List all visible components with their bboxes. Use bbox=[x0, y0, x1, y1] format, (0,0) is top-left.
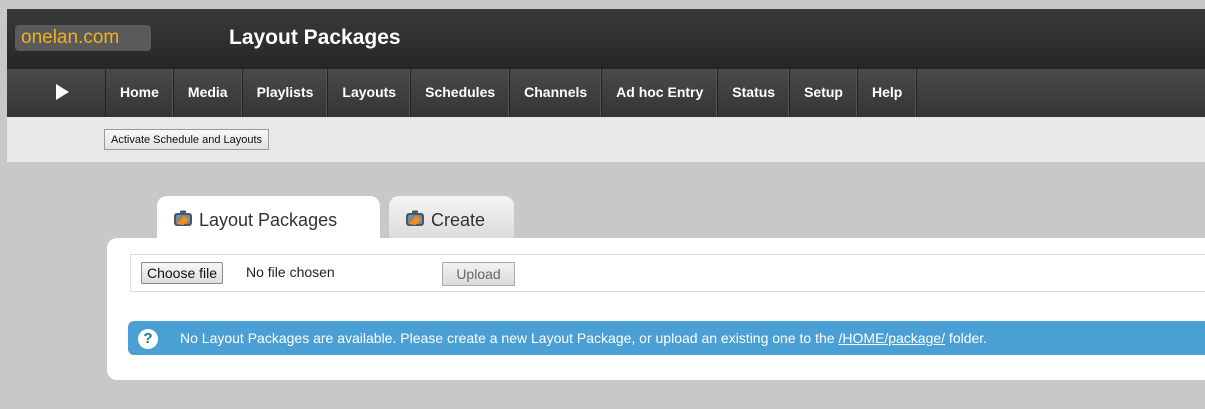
info-text: No Layout Packages are available. Please… bbox=[180, 330, 988, 346]
nav-item-media[interactable]: Media bbox=[174, 69, 243, 117]
upload-form: Choose file No file chosen Upload bbox=[130, 254, 1205, 292]
nav-item-home[interactable]: Home bbox=[106, 69, 174, 117]
nav-item-setup[interactable]: Setup bbox=[790, 69, 858, 117]
tab-label: Layout Packages bbox=[199, 210, 338, 230]
main-nav: Home Media Playlists Layouts Schedules C… bbox=[7, 69, 1205, 117]
info-message: ? No Layout Packages are available. Plea… bbox=[128, 321, 1205, 355]
package-icon bbox=[173, 197, 193, 226]
nav-item-help[interactable]: Help bbox=[858, 69, 918, 117]
nav-item-schedules[interactable]: Schedules bbox=[411, 69, 511, 117]
action-toolbar: Activate Schedule and Layouts bbox=[7, 117, 1205, 163]
nav-items: Home Media Playlists Layouts Schedules C… bbox=[105, 69, 918, 117]
brand-logo[interactable]: onelan.com bbox=[15, 25, 151, 51]
nav-item-channels[interactable]: Channels bbox=[510, 69, 603, 117]
nav-item-playlists[interactable]: Playlists bbox=[243, 69, 329, 117]
package-folder-link[interactable]: /HOME/package/ bbox=[838, 330, 945, 346]
activate-schedule-button[interactable]: Activate Schedule and Layouts bbox=[104, 129, 270, 150]
packages-panel: Choose file No file chosen Upload ? No L… bbox=[107, 238, 1205, 380]
tab-layout-packages[interactable]: Layout Packages bbox=[157, 196, 380, 240]
choose-file-button[interactable]: Choose file bbox=[141, 262, 224, 284]
page-title: Layout Packages bbox=[229, 26, 401, 49]
nav-item-adhoc-entry[interactable]: Ad hoc Entry bbox=[602, 69, 719, 117]
top-header: onelan.com Layout Packages bbox=[7, 9, 1205, 69]
upload-button[interactable]: Upload bbox=[442, 262, 515, 286]
question-icon: ? bbox=[138, 329, 158, 349]
tab-label: Create bbox=[431, 210, 486, 230]
nav-item-layouts[interactable]: Layouts bbox=[328, 69, 412, 117]
package-icon bbox=[405, 197, 425, 226]
nav-item-status[interactable]: Status bbox=[718, 69, 791, 117]
file-status: No file chosen bbox=[246, 264, 335, 280]
tab-create[interactable]: Create bbox=[389, 196, 514, 238]
play-icon[interactable] bbox=[56, 84, 69, 100]
